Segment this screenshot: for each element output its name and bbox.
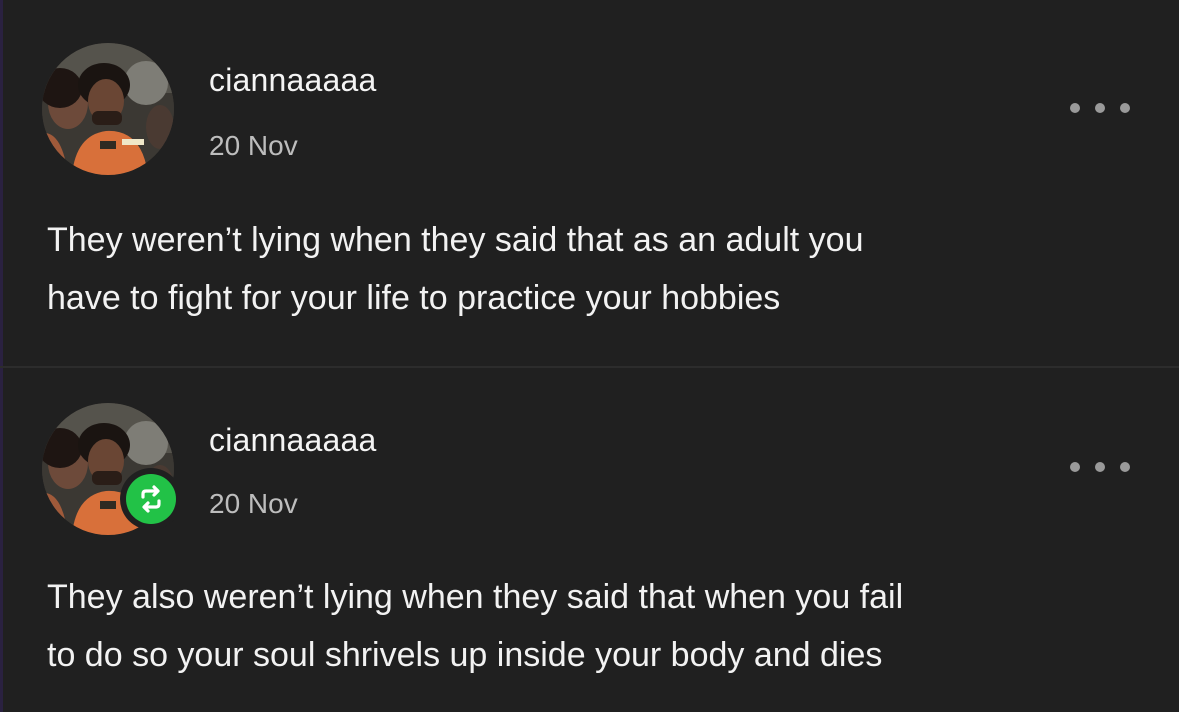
post-body: They also weren’t lying when they said t… xyxy=(47,568,1147,684)
post: ciannaaaaa 20 Nov They also weren’t lyin… xyxy=(0,368,1179,712)
username[interactable]: ciannaaaaa xyxy=(209,422,376,459)
post-body-line: They weren’t lying when they said that a… xyxy=(47,221,864,259)
post: ciannaaaaa 20 Nov They weren’t lying whe… xyxy=(0,0,1179,366)
post-body: They weren’t lying when they said that a… xyxy=(47,211,1147,327)
menu-dot xyxy=(1070,462,1080,472)
menu-dot xyxy=(1070,103,1080,113)
ellipsis-icon[interactable] xyxy=(1070,455,1130,479)
menu-dot xyxy=(1095,462,1105,472)
reblog-badge xyxy=(120,468,182,530)
post-body-line: have to fight for your life to practice … xyxy=(47,279,781,317)
avatar[interactable] xyxy=(42,43,174,175)
menu-dot xyxy=(1095,103,1105,113)
post-body-line: They also weren’t lying when they said t… xyxy=(47,578,904,616)
avatar-photo xyxy=(42,43,174,175)
menu-dot xyxy=(1120,462,1130,472)
reblog-arrows xyxy=(141,485,161,513)
post-body-line: to do so your soul shrivels up inside yo… xyxy=(47,636,883,674)
post-date[interactable]: 20 Nov xyxy=(209,130,298,162)
username[interactable]: ciannaaaaa xyxy=(209,62,376,99)
ellipsis-icon[interactable] xyxy=(1070,96,1130,120)
menu-dot xyxy=(1120,103,1130,113)
post-date[interactable]: 20 Nov xyxy=(209,488,298,520)
reblog-icon xyxy=(126,474,176,524)
